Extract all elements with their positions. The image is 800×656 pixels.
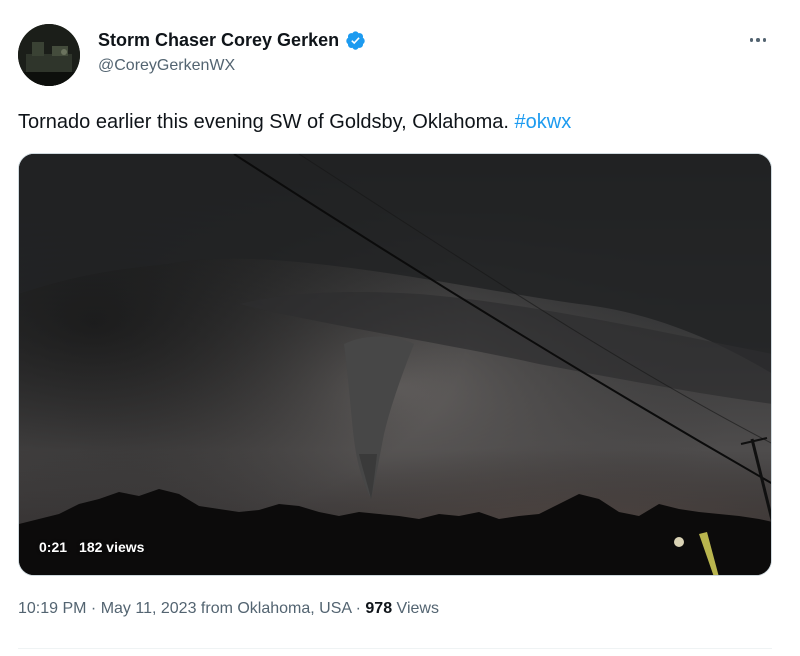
author-names: Storm Chaser Corey Gerken @CoreyGerkenWX [98,28,366,75]
handle[interactable]: @CoreyGerkenWX [98,57,366,75]
video-duration: 0:21 [39,539,68,555]
tweet-time[interactable]: 10:19 PM [18,600,86,617]
hashtag-link[interactable]: #okwx [515,111,572,133]
divider [18,648,772,649]
display-name[interactable]: Storm Chaser Corey Gerken [98,30,339,51]
avatar-photo-icon [18,24,80,86]
tornado-video-thumbnail [19,154,771,575]
video-views: 182 views [79,539,145,555]
tweet-body: Tornado earlier this evening SW of Golds… [18,111,515,133]
video-player[interactable]: 0:21 182 views [18,153,772,576]
views-label: Views [392,600,439,617]
avatar[interactable] [18,24,80,86]
view-count: 978 [365,600,393,617]
tweet-text: Tornado earlier this evening SW of Golds… [18,108,571,136]
verified-badge-icon [346,30,365,50]
tweet-location[interactable]: Oklahoma, USA [237,600,351,617]
source-prefix: from [196,600,238,617]
tweet-date[interactable]: May 11, 2023 [101,600,197,617]
tweet-header: Storm Chaser Corey Gerken @CoreyGerkenWX [18,22,782,88]
separator-dot-2: · [351,600,366,617]
display-name-row: Storm Chaser Corey Gerken [98,28,366,52]
tweet-timestamp-row: 10:19 PM · May 11, 2023 from Oklahoma, U… [18,600,439,618]
video-meta: 0:21 182 views [39,539,144,555]
separator-dot: · [86,600,101,617]
tweet-card: Storm Chaser Corey Gerken @CoreyGerkenWX… [0,0,800,656]
more-options-icon[interactable] [744,30,772,50]
